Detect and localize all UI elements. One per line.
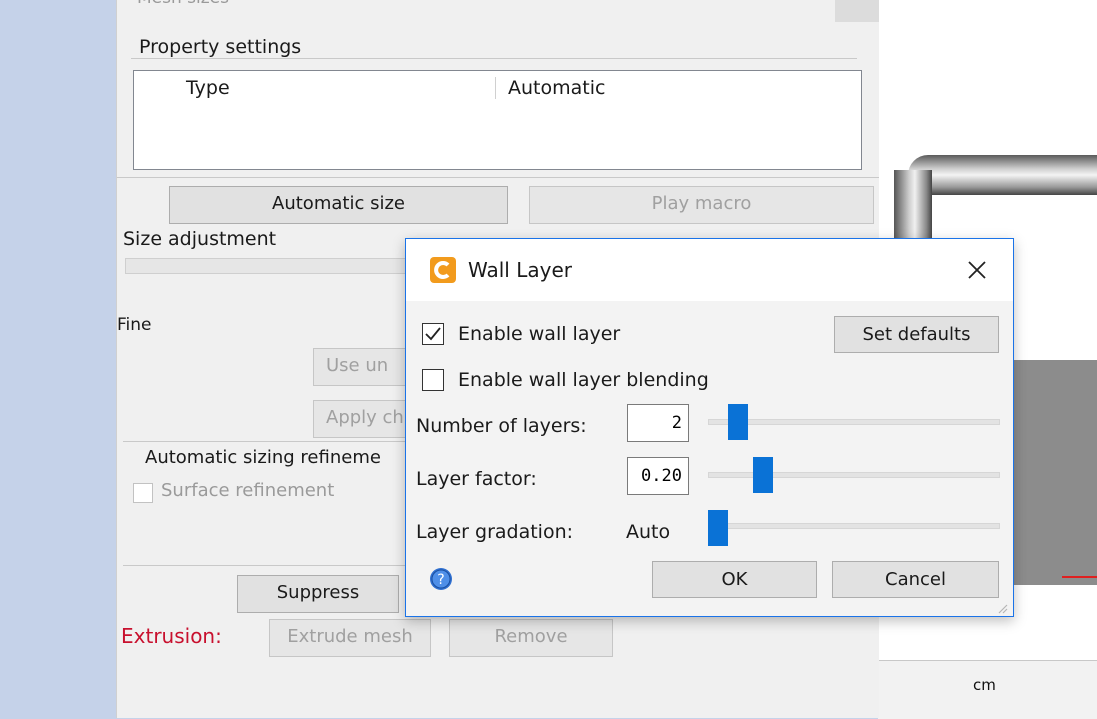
fine-label: Fine: [117, 315, 152, 335]
suppress-button[interactable]: Suppress: [237, 575, 399, 613]
size-slider-track[interactable]: [125, 258, 427, 274]
help-icon[interactable]: ?: [430, 568, 452, 590]
pipe-horizontal: [908, 155, 1097, 195]
svg-text:?: ?: [437, 572, 444, 588]
panel-header-clipped: Mesh sizes: [137, 0, 229, 8]
automatic-size-button[interactable]: Automatic size: [169, 186, 508, 224]
enable-wall-layer-label: Enable wall layer: [458, 323, 621, 345]
layer-gradation-label: Layer gradation:: [416, 521, 574, 543]
layer-factor-thumb[interactable]: [753, 457, 773, 493]
layer-factor-input[interactable]: 0.20: [627, 457, 689, 495]
property-table[interactable]: Type Automatic: [133, 70, 862, 170]
layer-gradation-thumb[interactable]: [708, 510, 728, 546]
dialog-title: Wall Layer: [468, 258, 572, 282]
play-macro-button[interactable]: Play macro: [529, 186, 874, 224]
column-header-automatic: Automatic: [508, 77, 606, 99]
property-settings-label: Property settings: [139, 36, 306, 58]
auto-refine-label: Automatic sizing refineme: [145, 447, 381, 468]
column-header-type: Type: [186, 77, 230, 99]
layer-factor-slider[interactable]: [708, 472, 1000, 478]
set-defaults-button[interactable]: Set defaults: [834, 316, 999, 353]
cancel-button[interactable]: Cancel: [832, 561, 999, 598]
ok-button[interactable]: OK: [652, 561, 817, 598]
enable-blending-label: Enable wall layer blending: [458, 369, 709, 391]
number-of-layers-label: Number of layers:: [416, 415, 587, 437]
layer-gradation-slider[interactable]: [708, 523, 1000, 529]
extrude-mesh-button[interactable]: Extrude mesh: [269, 619, 431, 657]
close-icon[interactable]: [962, 255, 992, 285]
dialog-titlebar[interactable]: Wall Layer: [406, 239, 1013, 301]
remove-button[interactable]: Remove: [449, 619, 613, 657]
number-of-layers-slider[interactable]: [708, 419, 1000, 425]
layer-gradation-value: Auto: [626, 521, 671, 543]
box-solid: [1008, 360, 1097, 585]
surface-refinement-checkbox[interactable]: [133, 483, 153, 503]
enable-wall-layer-checkbox[interactable]: [422, 323, 444, 345]
axis-line: [1062, 576, 1097, 578]
surface-refinement-label: Surface refinement: [161, 480, 335, 501]
checkmark-icon: [425, 327, 441, 341]
units-label: cm: [973, 676, 996, 694]
c-logo-icon: [430, 257, 456, 283]
pipe-vertical: [894, 170, 932, 240]
extrusion-label: Extrusion:: [121, 624, 222, 648]
layer-factor-label: Layer factor:: [416, 468, 537, 490]
wall-layer-dialog: Wall Layer Enable wall layer Set default…: [405, 238, 1014, 617]
enable-blending-checkbox[interactable]: [422, 369, 444, 391]
resize-grip-icon[interactable]: [996, 599, 1008, 614]
number-of-layers-input[interactable]: 2: [627, 404, 689, 442]
size-adjustment-label: Size adjustment: [123, 228, 277, 250]
panel-scroll-corner[interactable]: [835, 0, 879, 22]
number-of-layers-thumb[interactable]: [728, 404, 748, 440]
